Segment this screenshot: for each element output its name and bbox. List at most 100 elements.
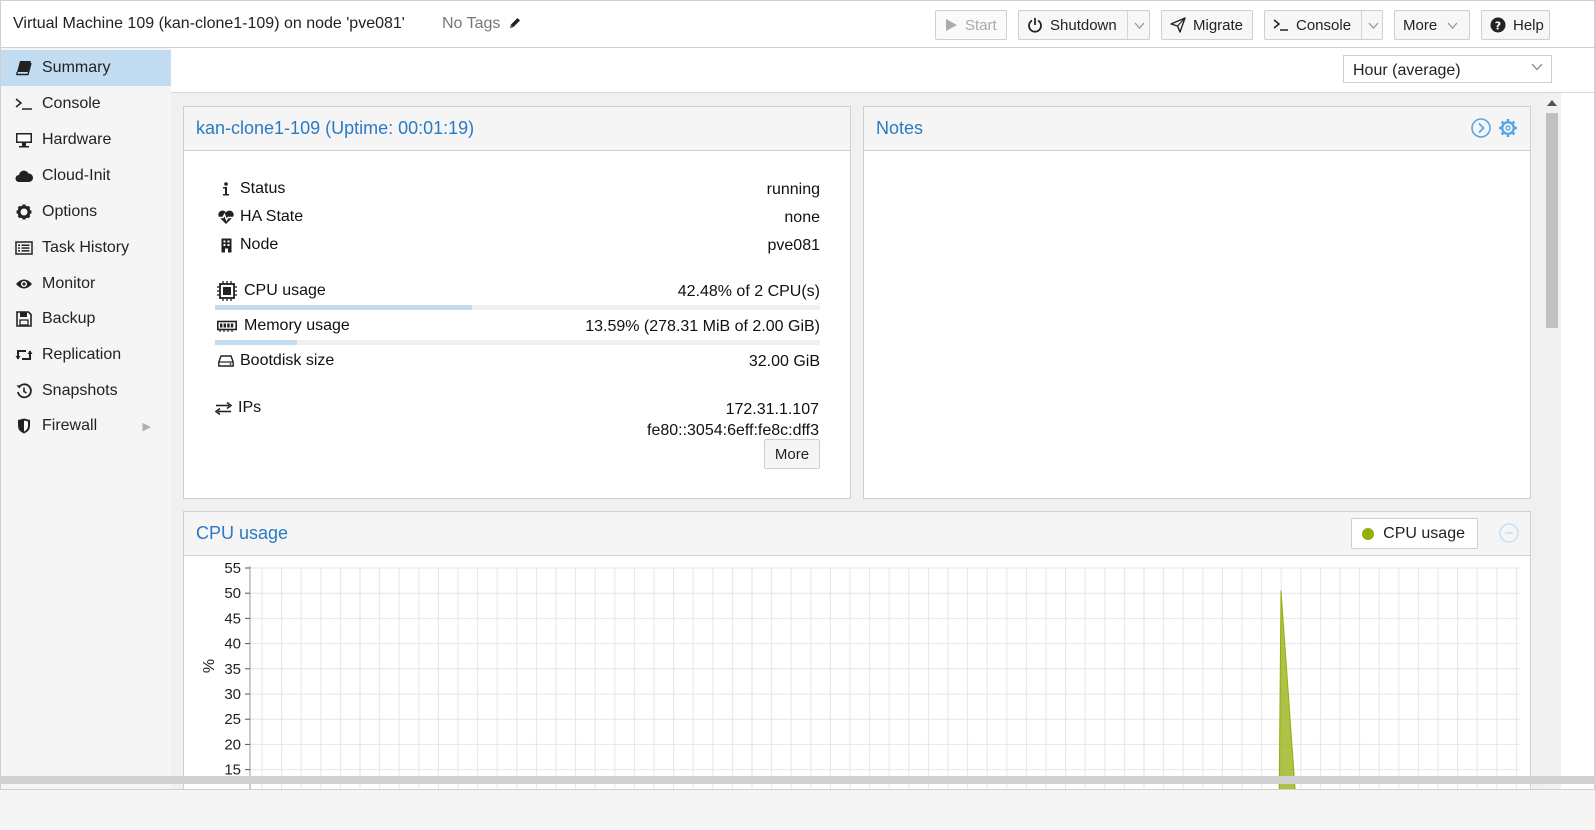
terminal-icon xyxy=(1273,19,1289,31)
sidebar-item-label: Summary xyxy=(42,59,111,76)
node-label: Node xyxy=(240,236,279,253)
node-row: Node pve081 xyxy=(216,234,820,256)
sidebar-item-label: Hardware xyxy=(42,131,112,148)
cpu-chart-title: CPU usage xyxy=(196,523,289,543)
sidebar-item-label: Replication xyxy=(42,346,122,363)
power-icon xyxy=(1027,17,1043,33)
legend-dot xyxy=(1362,527,1375,540)
series-area-cpu-usage[interactable] xyxy=(1278,590,1297,790)
bottom-splitter[interactable] xyxy=(0,776,1595,784)
ips-label: IPs xyxy=(238,399,262,416)
building-icon xyxy=(216,238,236,253)
bootdisk-value: 32.00 GiB xyxy=(748,353,820,370)
memory-usage-bar-fill xyxy=(215,340,298,345)
retweet-icon xyxy=(15,348,33,362)
status-panel-header: kan-clone1-109 (Uptime: 00:01:19) xyxy=(184,107,850,151)
chart-grid xyxy=(249,566,1520,789)
exchange-icon xyxy=(214,401,232,415)
cpu-legend-toggle[interactable]: CPU usage xyxy=(1351,518,1478,549)
sidebar-item-label: Cloud-Init xyxy=(42,167,111,184)
notes-panel-header: Notes xyxy=(864,107,1530,151)
chevron-down-icon xyxy=(1447,22,1458,29)
gear-icon[interactable] xyxy=(1498,118,1518,143)
terminal-icon xyxy=(15,98,33,110)
shutdown-button[interactable]: Shutdown xyxy=(1018,10,1150,40)
shutdown-dropdown[interactable] xyxy=(1126,11,1145,39)
scroll-up-arrow[interactable] xyxy=(1547,100,1557,106)
y-tick-label: 40 xyxy=(224,636,241,653)
status-label: Status xyxy=(240,180,286,197)
sidebar-item-firewall[interactable]: Firewall ▶ xyxy=(1,408,171,444)
migrate-label: Migrate xyxy=(1193,16,1244,34)
sidebar-item-monitor[interactable]: Monitor xyxy=(1,266,171,302)
y-tick-label: 50 xyxy=(224,585,241,602)
cpu-chart: 555045403530252015 % xyxy=(201,560,1520,790)
sidebar-item-task-history[interactable]: Task History xyxy=(1,230,171,266)
sidebar-item-summary[interactable]: Summary xyxy=(1,50,171,86)
expand-arrow-icon[interactable]: ▶ xyxy=(143,420,151,433)
cpu-usage-value: 42.48% of 2 CPU(s) xyxy=(677,283,820,300)
collapse-circle-icon[interactable] xyxy=(1471,118,1491,143)
sidebar-item-cloud-init[interactable]: Cloud-Init xyxy=(1,158,171,194)
chart-series xyxy=(1278,590,1297,790)
sidebar-item-label: Console xyxy=(42,95,101,112)
cpu-chart-panel: CPU usage CPU usage 55 50 45 40 35 30 25 20 15 % xyxy=(183,511,1531,790)
cpu-usage-label: CPU usage xyxy=(244,282,326,299)
undo-zoom-icon[interactable] xyxy=(1499,523,1519,548)
memory-usage-row: Memory usage 13.59% (278.31 MiB of 2.00 … xyxy=(216,315,820,337)
sidebar-item-snapshots[interactable]: Snapshots xyxy=(1,373,171,409)
chevron-down-icon xyxy=(1368,22,1379,29)
status-row: Status running xyxy=(216,178,820,200)
status-panel: kan-clone1-109 (Uptime: 00:01:19) Status… xyxy=(183,106,851,499)
desktop-icon xyxy=(15,132,33,148)
sidebar-item-console[interactable]: Console xyxy=(1,86,171,122)
sidebar-item-label: Snapshots xyxy=(42,382,118,399)
top-toolbar: Virtual Machine 109 (kan-clone1-109) on … xyxy=(1,1,1594,48)
sidebar-item-hardware[interactable]: Hardware xyxy=(1,122,171,158)
migrate-button[interactable]: Migrate xyxy=(1161,10,1253,40)
memory-usage-value: 13.59% (278.31 MiB of 2.00 GiB) xyxy=(585,318,820,335)
more-menu-button[interactable]: More xyxy=(1394,10,1470,40)
sidebar-item-replication[interactable]: Replication xyxy=(1,337,171,373)
sidebar-item-options[interactable]: Options xyxy=(1,194,171,230)
cpu-usage-bar-fill xyxy=(215,305,472,310)
bootdisk-label: Bootdisk size xyxy=(240,352,335,369)
pencil-icon[interactable] xyxy=(508,16,522,30)
y-tick-label: 35 xyxy=(224,661,241,678)
tags-area[interactable]: No Tags xyxy=(442,15,522,33)
summary-toolbar: Hour (average) xyxy=(171,48,1594,93)
info-icon xyxy=(216,182,236,196)
ips-more-button[interactable]: More xyxy=(764,439,820,469)
memory-usage-label: Memory usage xyxy=(244,317,350,334)
more-label: More xyxy=(1403,16,1438,34)
help-button[interactable]: ? Help xyxy=(1481,10,1550,40)
y-axis-ticks: 555045403530252015 xyxy=(224,560,250,779)
timeframe-select[interactable]: Hour (average) xyxy=(1343,55,1552,83)
bootdisk-row: Bootdisk size 32.00 GiB xyxy=(216,350,820,372)
console-dropdown[interactable] xyxy=(1361,11,1379,39)
gear-icon xyxy=(15,204,33,220)
cpu-usage-row: CPU usage 42.48% of 2 CPU(s) xyxy=(216,280,820,302)
sidebar-item-backup[interactable]: Backup xyxy=(1,301,171,337)
question-circle-icon: ? xyxy=(1490,17,1506,33)
heartbeat-icon xyxy=(216,210,236,225)
cloud-icon xyxy=(15,169,33,183)
node-value: pve081 xyxy=(767,237,821,254)
ha-state-value: none xyxy=(784,209,820,226)
sidebar-item-label: Firewall xyxy=(42,417,98,434)
y-tick-label: 30 xyxy=(224,686,241,703)
console-button[interactable]: Console xyxy=(1264,10,1383,40)
ha-state-label: HA State xyxy=(240,208,304,225)
scroll-thumb[interactable] xyxy=(1546,113,1558,328)
start-button[interactable]: Start xyxy=(935,10,1007,40)
cpu-chart-header: CPU usage CPU usage xyxy=(184,512,1530,556)
content-scrollbar[interactable] xyxy=(1543,93,1561,789)
y-tick-label: 45 xyxy=(224,610,241,627)
y-axis-label: % xyxy=(201,659,218,673)
notes-panel-title: Notes xyxy=(876,118,924,138)
shutdown-label: Shutdown xyxy=(1050,16,1117,34)
vm-title: Virtual Machine 109 (kan-clone1-109) on … xyxy=(13,15,405,32)
sidebar-item-label: Monitor xyxy=(42,275,96,292)
status-value: running xyxy=(766,181,820,198)
sidebar: Summary Console Hardware Cloud-Init Opti… xyxy=(1,48,172,789)
